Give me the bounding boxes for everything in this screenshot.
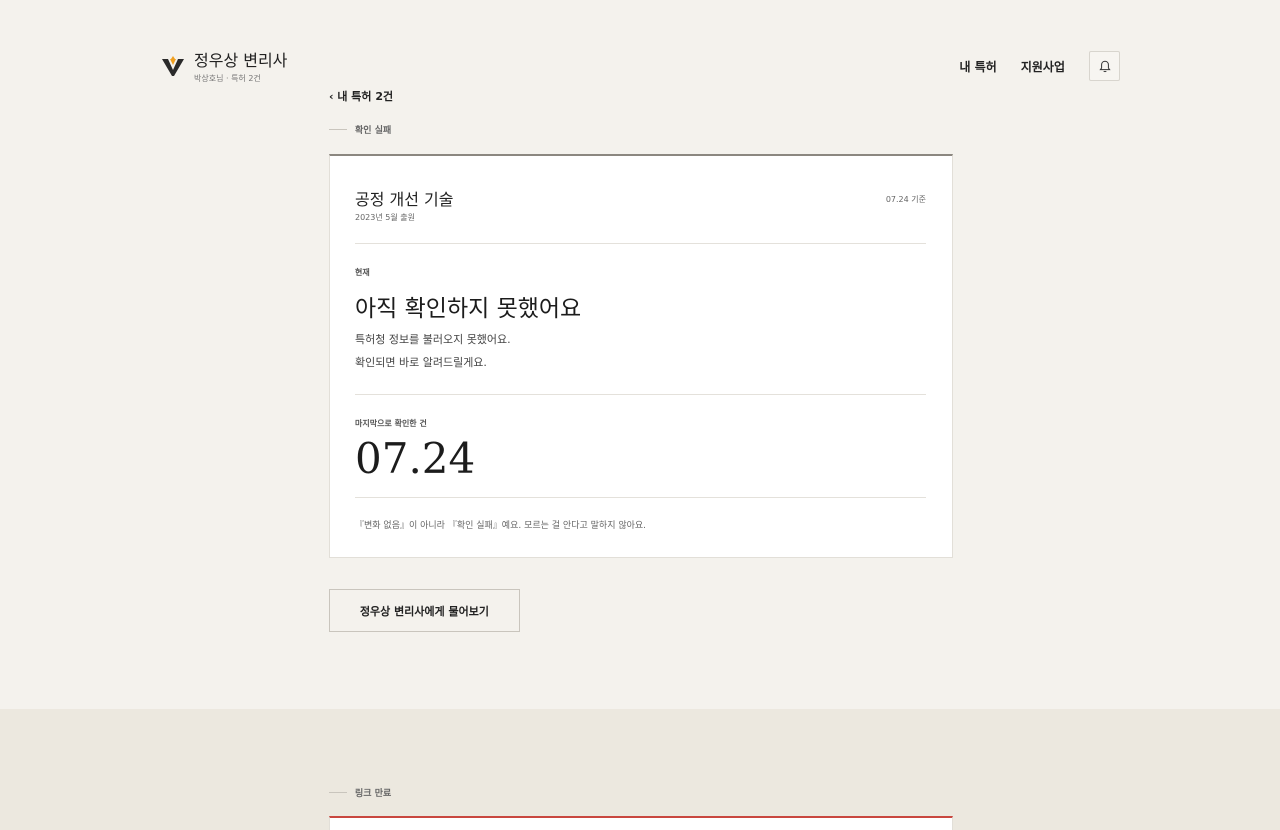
- notifications-button[interactable]: [1089, 51, 1120, 81]
- patent-filed-date: 2023년 5월 출원: [355, 213, 415, 222]
- card-divider: [355, 497, 926, 498]
- patent-status-card: 공정 개선 기술 2023년 5월 출원 07.24 기준 현재 아직 확인하지…: [329, 154, 953, 558]
- status-title: 아직 확인하지 못했어요: [355, 296, 582, 322]
- brand-name: 정우상 변리사: [194, 51, 288, 70]
- card-divider: [355, 243, 926, 244]
- current-label: 현재: [355, 268, 370, 277]
- section-divider-line: [329, 129, 347, 130]
- status-note: 『변화 없음』이 아니라 『확인 실패』예요. 모르는 걸 안다고 말하지 않아…: [355, 521, 647, 531]
- header: 정우상 변리사 박상호님 · 특허 2건 내 특허 지원사업: [0, 0, 1280, 90]
- card-divider: [355, 394, 926, 395]
- section-label-text: 링크 만료: [355, 789, 392, 799]
- last-checked-label: 마지막으로 확인한 건: [355, 419, 427, 428]
- status-description-line2: 확인되면 바로 알려드릴게요.: [355, 356, 487, 369]
- back-to-my-patents-link[interactable]: ‹ 내 특허 2건: [329, 88, 393, 104]
- section-label-check-failed: 확인 실패: [329, 123, 391, 136]
- brand-logo[interactable]: 정우상 변리사 박상호님 · 특허 2건: [161, 52, 287, 84]
- section-label-text: 확인 실패: [355, 126, 392, 136]
- bell-icon: [1098, 60, 1111, 72]
- nav-my-patents[interactable]: 내 특허: [960, 58, 997, 75]
- patent-title: 공정 개선 기술: [355, 190, 454, 209]
- lower-section: [0, 709, 1280, 830]
- section-divider-line: [329, 792, 347, 793]
- as-of-date: 07.24 기준: [885, 195, 926, 204]
- last-checked-date: 07.24: [355, 434, 476, 483]
- brand-subtitle: 박상호님 · 특허 2건: [194, 74, 261, 83]
- top-nav: 내 특허 지원사업: [960, 51, 1120, 81]
- ask-attorney-button[interactable]: 정우상 변리사에게 물어보기: [329, 589, 520, 632]
- nav-support-programs[interactable]: 지원사업: [1021, 58, 1065, 75]
- link-expired-card: [329, 816, 953, 830]
- status-description-line1: 특허청 정보를 불러오지 못했어요.: [355, 333, 511, 346]
- section-label-link-expired: 링크 만료: [329, 786, 391, 799]
- brand-v-icon: [162, 56, 184, 76]
